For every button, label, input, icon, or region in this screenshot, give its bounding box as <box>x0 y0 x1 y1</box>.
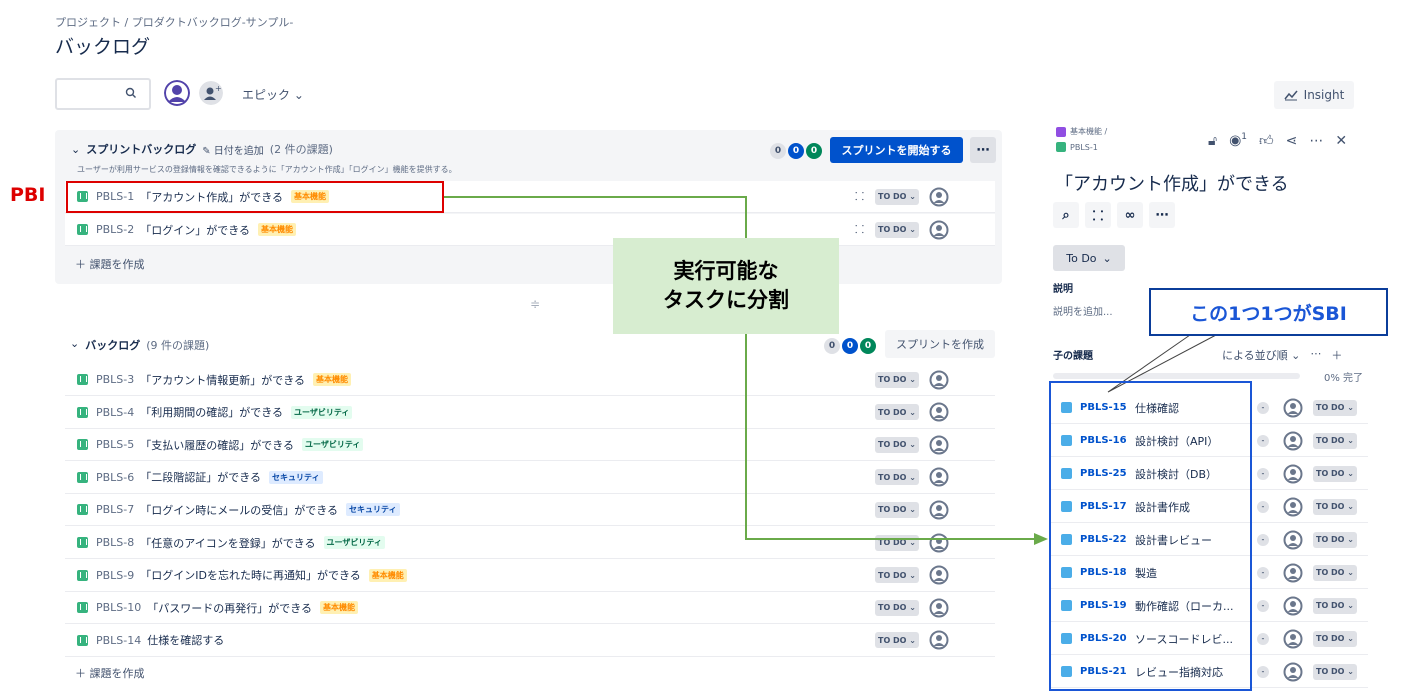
sbi-annotation: この1つ1つがSBI <box>1149 288 1388 336</box>
split-arrow-head <box>1034 533 1048 545</box>
callout-line1: 実行可能な <box>673 258 779 283</box>
sbi-highlight-box <box>1049 381 1252 691</box>
split-callout: 実行可能な タスクに分割 <box>613 238 839 334</box>
callout-line2: タスクに分割 <box>663 288 789 312</box>
